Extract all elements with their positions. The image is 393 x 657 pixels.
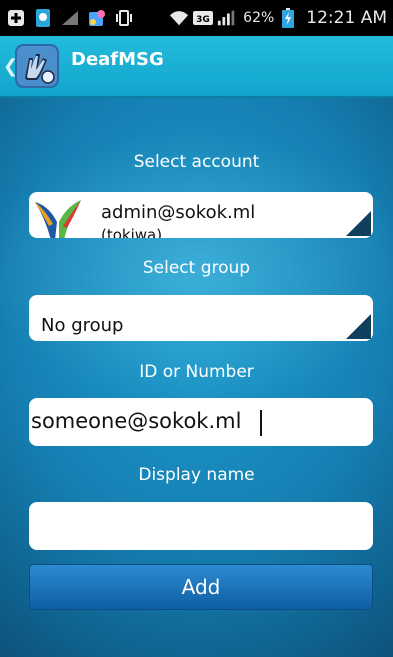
up-navigation-icon[interactable]: ❮ bbox=[3, 56, 18, 77]
vibrate-icon bbox=[114, 8, 134, 28]
svg-text:3G: 3G bbox=[196, 15, 210, 25]
signal-muted-icon bbox=[60, 8, 80, 28]
account-subvalue: (tokiwa) bbox=[101, 226, 163, 238]
id-input[interactable]: someone@sokok.ml bbox=[29, 398, 373, 446]
dropdown-corner-icon bbox=[346, 211, 371, 236]
app-notification-icon bbox=[33, 8, 53, 28]
text-cursor bbox=[260, 410, 262, 436]
battery-charging-icon bbox=[278, 8, 298, 28]
add-contact-panel: Select account admin@sokok.ml (tokiwa) S… bbox=[0, 98, 393, 657]
account-logo-icon bbox=[31, 196, 85, 238]
select-account-label: Select account bbox=[133, 152, 260, 172]
add-button[interactable]: Add bbox=[29, 564, 373, 610]
wifi-icon bbox=[169, 8, 189, 28]
account-value: admin@sokok.ml bbox=[101, 202, 256, 223]
add-icon bbox=[6, 8, 26, 28]
puzzle-icon bbox=[87, 8, 107, 28]
display-name-label: Display name bbox=[138, 465, 255, 485]
account-spinner[interactable]: admin@sokok.ml (tokiwa) bbox=[29, 192, 373, 238]
status-bar: 3G 62% 12:21 AM bbox=[0, 0, 393, 36]
group-spinner[interactable]: No group bbox=[29, 295, 373, 341]
battery-percent: 62% bbox=[243, 10, 275, 26]
action-bar: ❮ DeafMSG bbox=[0, 36, 393, 98]
dropdown-corner-icon bbox=[346, 314, 371, 339]
display-name-input[interactable] bbox=[29, 502, 373, 550]
app-title: DeafMSG bbox=[71, 48, 164, 70]
id-value: someone@sokok.ml bbox=[31, 409, 242, 433]
3g-icon: 3G bbox=[193, 8, 214, 28]
app-logo-icon[interactable] bbox=[15, 44, 59, 88]
select-group-label: Select group bbox=[142, 258, 251, 278]
clock: 12:21 AM bbox=[306, 8, 387, 28]
cell-signal-icon bbox=[217, 8, 237, 28]
group-value: No group bbox=[41, 315, 124, 336]
id-label: ID or Number bbox=[139, 362, 254, 382]
